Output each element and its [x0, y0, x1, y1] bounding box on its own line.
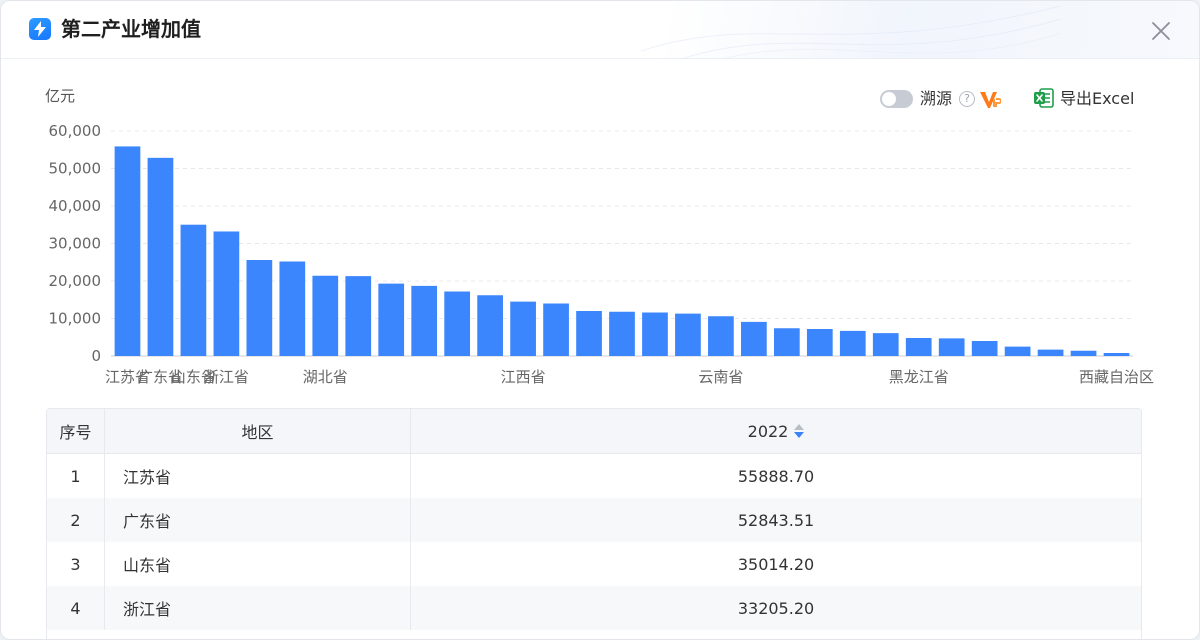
bar	[213, 231, 240, 356]
x-tick-label: 西藏自治区	[1079, 368, 1154, 386]
bar	[773, 328, 800, 356]
row-value: 35014.20	[737, 554, 815, 574]
x-tick-label: 江西省	[501, 368, 546, 386]
y-tick-label: 0	[91, 347, 101, 365]
table-row: 3 山东省 35014.20	[47, 542, 1141, 586]
bar	[279, 261, 306, 356]
x-tick-label: 浙江省	[204, 368, 249, 386]
y-tick-label: 60,000	[49, 122, 102, 140]
vip-icon	[980, 92, 1001, 108]
header-year[interactable]: 2022	[411, 409, 1141, 453]
bar	[543, 303, 569, 356]
row-region: 山东省	[105, 542, 411, 586]
x-tick-label: 黑龙江省	[889, 368, 949, 386]
table-row: 4 浙江省 33205.20	[47, 586, 1141, 630]
bar	[806, 329, 833, 356]
bar	[147, 157, 174, 356]
y-tick-label: 30,000	[49, 235, 102, 253]
bar	[905, 338, 932, 356]
bar	[1070, 350, 1097, 356]
close-icon[interactable]	[1149, 19, 1173, 43]
table-row: 1 江苏省 55888.70	[47, 454, 1141, 498]
y-tick-label: 50,000	[49, 160, 102, 178]
table-header-row: 序号 地区 2022	[47, 409, 1141, 454]
bar	[971, 341, 998, 356]
bar	[1004, 346, 1031, 356]
y-tick-label: 10,000	[49, 310, 102, 328]
y-tick-label: 20,000	[49, 272, 102, 290]
data-table: 序号 地区 2022 1 江苏省 55888.70 2 广东省 52843.51…	[46, 408, 1142, 639]
header-region: 地区	[105, 409, 411, 453]
bar	[444, 291, 471, 356]
bar	[180, 224, 207, 356]
bar	[872, 333, 899, 356]
bar	[114, 146, 141, 356]
y-axis-unit: 亿元	[45, 87, 76, 105]
bar	[411, 285, 438, 356]
y-tick-label: 40,000	[49, 197, 102, 215]
trace-label: 溯源	[920, 89, 953, 108]
header-year-label: 2022	[747, 421, 789, 441]
header-index: 序号	[47, 409, 105, 453]
x-tick-label: 云南省	[698, 368, 743, 386]
bar-chart: 010,00020,00030,00040,00050,00060,000江苏省…	[49, 122, 1155, 386]
row-index: 1	[47, 454, 105, 498]
bar	[378, 283, 405, 356]
dialog-title: 第二产业增加值	[61, 17, 201, 41]
row-index: 4	[47, 586, 105, 630]
dialog: 第二产业增加值 亿元 溯源 ? 导出Excel 0 10,000 20,000 30,…	[0, 0, 1200, 640]
x-tick-label: 湖北省	[303, 368, 348, 386]
bar	[938, 338, 965, 356]
excel-icon[interactable]	[1033, 87, 1055, 109]
bar	[642, 312, 668, 356]
trace-toggle[interactable]	[880, 90, 913, 108]
row-index: 2	[47, 498, 105, 542]
bar	[675, 313, 701, 356]
bar	[576, 311, 602, 356]
bar	[246, 260, 273, 356]
toggle-knob	[882, 92, 896, 106]
bar	[1103, 353, 1130, 356]
export-excel-button[interactable]: 导出Excel	[1060, 88, 1134, 110]
dialog-header: 第二产业增加值	[1, 1, 1199, 59]
sort-icon[interactable]	[794, 423, 805, 439]
table-row: 2 广东省 52843.51	[47, 498, 1141, 542]
row-index: 3	[47, 542, 105, 586]
bar	[477, 295, 503, 356]
bar	[741, 321, 767, 356]
header-decoration	[641, 5, 1061, 59]
row-region: 广东省	[105, 498, 411, 542]
row-value: 55888.70	[737, 466, 815, 486]
bar	[708, 316, 734, 356]
row-region: 浙江省	[105, 586, 411, 630]
lightning-icon	[29, 18, 51, 40]
bar	[839, 330, 866, 356]
row-value: 33205.20	[737, 598, 815, 618]
bar	[312, 275, 339, 356]
row-value: 52843.51	[737, 510, 815, 530]
bar	[345, 276, 372, 356]
question-icon[interactable]: ?	[959, 91, 975, 107]
bar	[510, 301, 536, 356]
bar	[609, 311, 635, 356]
row-region: 江苏省	[105, 454, 411, 498]
bar	[1037, 349, 1064, 356]
